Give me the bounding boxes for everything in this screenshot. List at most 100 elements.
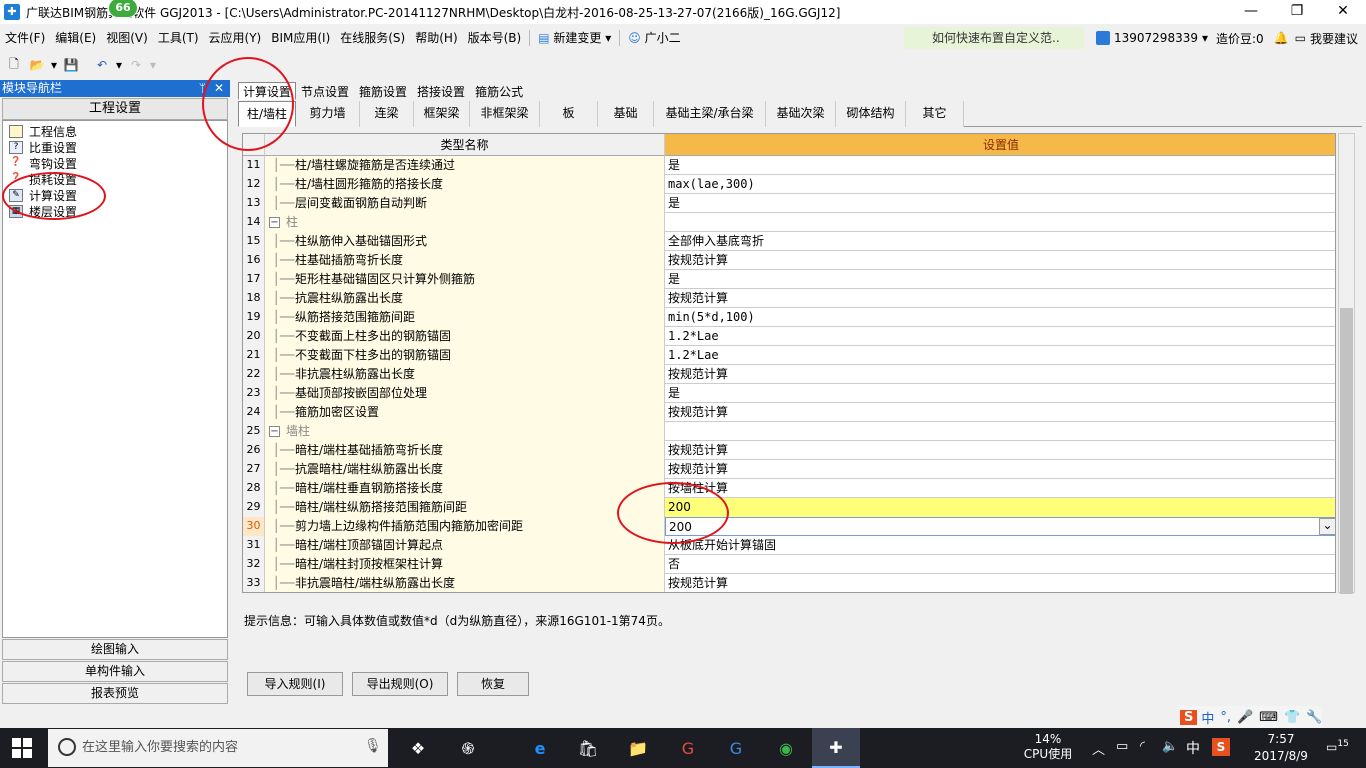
close-button[interactable]: ✕ [1320, 0, 1366, 24]
setting-name-cell[interactable]: │──抗震柱纵筋露出长度 [265, 289, 665, 308]
store-icon[interactable]: 🛍 [570, 733, 606, 763]
menu-view[interactable]: 视图(V) [101, 25, 153, 51]
menu-file[interactable]: 文件(F) [0, 25, 50, 51]
table-row[interactable]: 13 │──层间变截面钢筋自动判断是 [243, 194, 1335, 213]
restore-button[interactable]: 恢复 [457, 672, 529, 696]
chevron-down-icon[interactable]: ▾ [1202, 31, 1208, 45]
table-row[interactable]: 24 │──箍筋加密区设置 按规范计算 [243, 403, 1335, 422]
table-row[interactable]: 17 │──矩形柱基础锚固区只计算外侧箍筋是 [243, 270, 1335, 289]
table-row[interactable]: 33 │──非抗震暗柱/端柱纵筋露出长度 按规范计算 [243, 574, 1335, 592]
wifi-icon[interactable]: ◜ [1140, 739, 1145, 754]
setting-name-cell[interactable]: │──柱基础插筋弯折长度 [265, 251, 665, 270]
menu-online[interactable]: 在线服务(S) [335, 25, 410, 51]
table-row[interactable]: 28 │──暗柱/端柱垂直钢筋搭接长度 按墙柱计算 [243, 479, 1335, 498]
report-preview-button[interactable]: 报表预览 [2, 683, 228, 704]
skin-icon[interactable]: 👕 [1284, 710, 1300, 725]
tab-stirrup-formula[interactable]: 箍筋公式 [470, 82, 528, 100]
setting-value-cell[interactable]: 否 [665, 555, 1335, 574]
setting-value-cell[interactable]: 是 [665, 194, 1335, 213]
ggj-active-app-icon[interactable]: ✚ [812, 728, 860, 768]
column-header-value[interactable]: 设置值 [665, 134, 1335, 156]
table-row[interactable]: 30 │──剪力墙上边缘构件插筋范围内箍筋加密间距 200 ⌄ [243, 517, 1335, 536]
nav-item-hook[interactable]: ❓ 弯钩设置 [9, 155, 77, 171]
setting-name-cell[interactable]: │──非抗震柱纵筋露出长度 [265, 365, 665, 384]
table-row[interactable]: 31 │──暗柱/端柱顶部锚固计算起点 从板底开始计算锚固 [243, 536, 1335, 555]
network-icon[interactable]: ▭ [1116, 739, 1128, 754]
setting-name-cell[interactable]: │──不变截面下柱多出的钢筋锚固 [265, 346, 665, 365]
setting-value-cell[interactable]: min(5*d,100) [665, 308, 1335, 327]
browser-icon[interactable]: ◉ [768, 733, 804, 763]
volume-icon[interactable]: 🔈 [1162, 739, 1178, 754]
nav-item-calc[interactable]: ✎ 计算设置 [9, 187, 77, 203]
tab-masonry[interactable]: 砌体结构 [836, 101, 906, 127]
setting-name-cell[interactable]: │──非抗震暗柱/端柱纵筋露出长度 [265, 574, 665, 592]
tab-stirrup-settings[interactable]: 箍筋设置 [354, 82, 412, 100]
undo-icon[interactable]: ↶ [92, 56, 112, 74]
tab-column[interactable]: 柱/墙柱 [238, 101, 296, 127]
table-row[interactable]: 26 │──暗柱/端柱基础插筋弯折长度 按规范计算 [243, 441, 1335, 460]
restore-button[interactable]: ❐ [1274, 0, 1320, 24]
chevron-down-icon[interactable]: ▾ [115, 56, 123, 74]
app-swirl-icon[interactable]: ֍ [450, 733, 486, 763]
taskbar-search[interactable]: 在这里输入你要搜索的内容 [48, 729, 388, 767]
table-row[interactable]: 23 │──基础顶部按嵌固部位处理是 [243, 384, 1335, 403]
table-row[interactable]: 22 │──非抗震柱纵筋露出长度 按规范计算 [243, 365, 1335, 384]
tab-lap-settings[interactable]: 搭接设置 [412, 82, 470, 100]
punctuation-icon[interactable]: °, [1220, 710, 1231, 725]
clock[interactable]: 7:57 2017/8/9 [1244, 731, 1318, 765]
nav-section-title[interactable]: 工程设置 [2, 98, 228, 120]
nav-item-floor[interactable]: ▦ 楼层设置 [9, 203, 77, 219]
setting-name-cell[interactable]: │──不变截面上柱多出的钢筋锚固 [265, 327, 665, 346]
table-row[interactable]: 32 │──暗柱/端柱封顶按框架柱计算否 [243, 555, 1335, 574]
windows-start-icon[interactable] [12, 738, 32, 758]
setting-name-cell[interactable]: │──柱纵筋伸入基础锚固形式 [265, 232, 665, 251]
tab-foundation-secondary-beam[interactable]: 基础次梁 [766, 101, 836, 127]
setting-name-cell[interactable]: │──基础顶部按嵌固部位处理 [265, 384, 665, 403]
new-change-menu[interactable]: ▤ 新建变更 ▾ [533, 25, 616, 51]
setting-name-cell[interactable]: │──暗柱/端柱垂直钢筋搭接长度 [265, 479, 665, 498]
table-row[interactable]: 27 │──抗震暗柱/端柱纵筋露出长度 按规范计算 [243, 460, 1335, 479]
table-row[interactable]: 15 │──柱纵筋伸入基础锚固形式 全部伸入基底弯折 [243, 232, 1335, 251]
table-row[interactable]: 25− 墙柱 [243, 422, 1335, 441]
value-edit-field[interactable]: 200 [665, 517, 1335, 536]
menu-bim[interactable]: BIM应用(I) [266, 25, 335, 51]
setting-value-cell[interactable]: max(lae,300) [665, 175, 1335, 194]
task-view-icon[interactable]: ❖ [400, 733, 436, 763]
nav-item-density[interactable]: ? 比重设置 [9, 139, 77, 155]
user-phone[interactable]: 13907298339 [1114, 31, 1198, 45]
setting-value-cell[interactable]: 1.2*Lae [665, 346, 1335, 365]
setting-name-cell[interactable]: − 墙柱 [265, 422, 665, 441]
suggest-link[interactable]: 我要建议 [1310, 30, 1358, 47]
setting-name-cell[interactable]: │──暗柱/端柱封顶按框架柱计算 [265, 555, 665, 574]
single-component-button[interactable]: 单构件输入 [2, 661, 228, 682]
setting-name-cell[interactable]: │──暗柱/端柱基础插筋弯折长度 [265, 441, 665, 460]
tab-frame-beam[interactable]: 框架梁 [414, 101, 470, 127]
ime-chinese[interactable]: 中 [1201, 708, 1214, 727]
setting-value-cell[interactable]: 按规范计算 [665, 403, 1335, 422]
table-row[interactable]: 29 │──暗柱/端柱纵筋搭接范围箍筋间距 200 [243, 498, 1335, 517]
tab-foundation-main-beam[interactable]: 基础主梁/承台梁 [654, 101, 766, 127]
keyboard-icon[interactable]: ⌨ [1259, 710, 1278, 725]
setting-name-cell[interactable]: │──柱/墙柱圆形箍筋的搭接长度 [265, 175, 665, 194]
import-rules-button[interactable]: 导入规则(I) [247, 672, 343, 696]
tab-slab[interactable]: 板 [540, 101, 598, 127]
setting-name-cell[interactable]: │──矩形柱基础锚固区只计算外侧箍筋 [265, 270, 665, 289]
setting-name-cell[interactable]: │──剪力墙上边缘构件插筋范围内箍筋加密间距 [265, 517, 665, 536]
microphone-icon[interactable]: 🎙 [364, 738, 382, 754]
setting-value-cell[interactable]: 按规范计算 [665, 289, 1335, 308]
setting-value-cell[interactable]: 按规范计算 [665, 365, 1335, 384]
tab-shear-wall[interactable]: 剪力墙 [296, 101, 360, 127]
tab-foundation[interactable]: 基础 [598, 101, 654, 127]
edge-icon[interactable]: e [522, 733, 558, 763]
assistant-menu[interactable]: ☺ 广小二 [623, 25, 685, 51]
menu-edit[interactable]: 编辑(E) [50, 25, 101, 51]
setting-value-cell[interactable]: 全部伸入基底弯折 [665, 232, 1335, 251]
tray-chevron-icon[interactable]: ︿ [1092, 739, 1105, 758]
sogou-icon[interactable]: S [1180, 709, 1198, 725]
dropdown-arrow-icon[interactable]: ⌄ [1319, 518, 1335, 535]
glodon-app-icon[interactable]: G [718, 733, 754, 763]
setting-name-cell[interactable]: │──暗柱/端柱纵筋搭接范围箍筋间距 [265, 498, 665, 517]
setting-value-cell[interactable]: 按规范计算 [665, 441, 1335, 460]
setting-value-cell[interactable]: 按墙柱计算 [665, 479, 1335, 498]
new-file-icon[interactable]: 🗋 [4, 56, 24, 74]
